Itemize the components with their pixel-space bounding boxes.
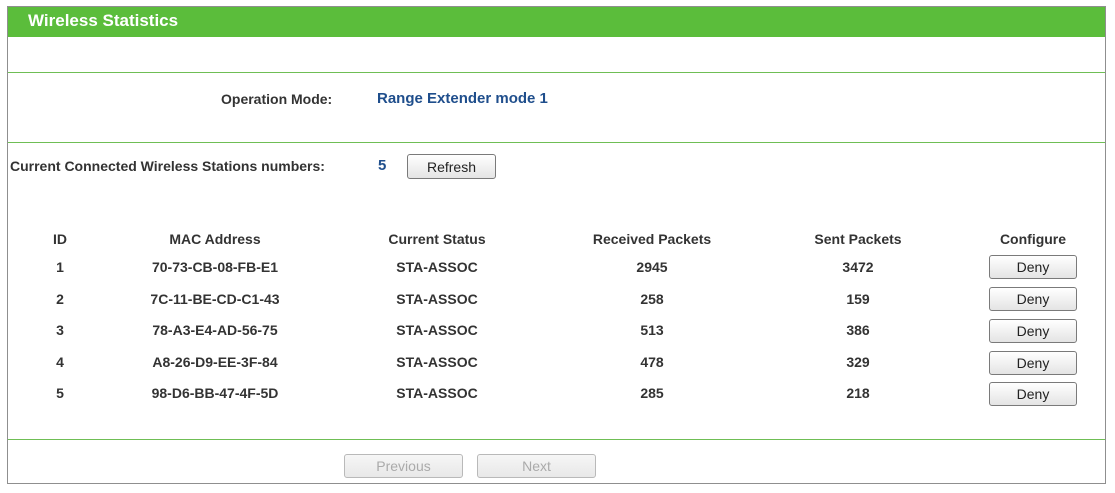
row-mac-address: 78-A3-E4-AD-56-75 (152, 322, 278, 338)
next-button[interactable]: Next (477, 454, 596, 478)
row-status: STA-ASSOC (396, 291, 478, 307)
row-status: STA-ASSOC (396, 385, 478, 401)
row-mac-address: A8-26-D9-EE-3F-84 (152, 354, 278, 370)
table-row: 2 7C-11-BE-CD-C1-43 STA-ASSOC 258 159 De… (8, 287, 1105, 319)
deny-button[interactable]: Deny (989, 351, 1077, 375)
deny-button[interactable]: Deny (989, 287, 1077, 311)
row-sent-packets: 218 (846, 385, 870, 401)
operation-mode-label: Operation Mode: (221, 91, 333, 107)
deny-button[interactable]: Deny (989, 319, 1077, 343)
deny-button[interactable]: Deny (989, 382, 1077, 406)
row-sent-packets: 386 (846, 322, 870, 338)
row-sent-packets: 3472 (842, 259, 874, 275)
divider-middle (8, 142, 1105, 143)
row-received-packets: 285 (640, 385, 664, 401)
row-received-packets: 513 (640, 322, 664, 338)
divider-top (8, 72, 1105, 73)
row-received-packets: 258 (640, 291, 664, 307)
operation-mode-value: Range Extender mode 1 (377, 90, 548, 107)
title-bar: Wireless Statistics (8, 7, 1105, 37)
table-row: 5 98-D6-BB-47-4F-5D STA-ASSOC 285 218 De… (8, 382, 1105, 413)
divider-bottom (8, 439, 1105, 440)
row-received-packets: 2945 (636, 259, 668, 275)
column-header-configure: Configure (999, 231, 1067, 247)
column-header-received: Received Packets (592, 231, 712, 247)
row-mac-address: 70-73-CB-08-FB-E1 (151, 259, 279, 275)
row-status: STA-ASSOC (396, 259, 478, 275)
row-status: STA-ASSOC (396, 354, 478, 370)
row-mac-address: 7C-11-BE-CD-C1-43 (150, 291, 280, 307)
row-status: STA-ASSOC (396, 322, 478, 338)
column-header-status: Current Status (388, 231, 486, 247)
deny-button[interactable]: Deny (989, 255, 1077, 279)
row-sent-packets: 159 (846, 291, 870, 307)
refresh-button[interactable]: Refresh (407, 154, 496, 179)
connected-stations-count: 5 (378, 157, 387, 174)
page-title: Wireless Statistics (28, 11, 179, 30)
wireless-statistics-panel: Wireless Statistics Operation Mode: Rang… (7, 6, 1106, 484)
column-header-mac: MAC Address (169, 231, 261, 247)
previous-button[interactable]: Previous (344, 454, 463, 478)
row-received-packets: 478 (640, 354, 664, 370)
table-row: 3 78-A3-E4-AD-56-75 STA-ASSOC 513 386 De… (8, 319, 1105, 350)
table-row: 4 A8-26-D9-EE-3F-84 STA-ASSOC 478 329 De… (8, 351, 1105, 382)
connected-stations-label: Current Connected Wireless Stations numb… (10, 158, 325, 174)
column-header-sent: Sent Packets (814, 231, 902, 247)
table-row: 1 70-73-CB-08-FB-E1 STA-ASSOC 2945 3472 … (8, 255, 1105, 287)
row-sent-packets: 329 (846, 354, 870, 370)
row-mac-address: 98-D6-BB-47-4F-5D (151, 385, 279, 401)
